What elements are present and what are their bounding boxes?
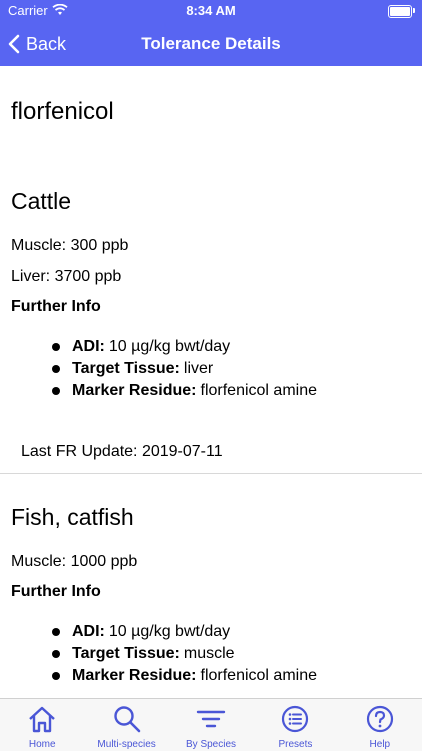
info-value: liver: [183, 360, 214, 377]
list-icon: [282, 705, 309, 733]
drug-name: florfenicol: [11, 98, 114, 125]
list-item: ADI: 10 µg/kg bwt/day: [52, 621, 317, 643]
further-info-list: ADI: 10 µg/kg bwt/day Target Tissue: mus…: [52, 621, 317, 687]
info-value: florfenicol amine: [200, 667, 318, 684]
tab-multi-species[interactable]: Multi-species: [84, 699, 168, 751]
tab-presets[interactable]: Presets: [253, 699, 337, 751]
tab-help[interactable]: Help: [338, 699, 422, 751]
tolerance-line: Muscle: 1000 ppb: [11, 553, 138, 570]
navigation-bar: Back Tolerance Details: [0, 22, 422, 66]
tolerance-details-content[interactable]: florfenicol Cattle Muscle: 300 ppb Liver…: [0, 66, 422, 698]
bullet-icon: [52, 387, 60, 395]
info-value: 10 µg/kg bwt/day: [108, 623, 231, 640]
help-icon: [366, 705, 393, 733]
tab-by-species[interactable]: By Species: [169, 699, 253, 751]
list-item: Marker Residue: florfenicol amine: [52, 380, 317, 402]
list-item: ADI: 10 µg/kg bwt/day: [52, 336, 317, 358]
home-icon: [29, 706, 56, 733]
tolerance-line: Liver: 3700 ppb: [11, 268, 122, 285]
tab-label: Home: [28, 739, 56, 750]
further-info-list: ADI: 10 µg/kg bwt/day Target Tissue: liv…: [52, 336, 317, 402]
bullet-icon: [52, 343, 60, 351]
status-bar: Carrier 8:34 AM: [0, 0, 422, 22]
tolerance-line: Muscle: 300 ppb: [11, 237, 129, 254]
info-value: florfenicol amine: [200, 382, 318, 399]
bullet-icon: [52, 365, 60, 373]
info-key: Marker Residue:: [72, 667, 197, 684]
further-info-heading: Further Info: [11, 583, 101, 600]
search-icon: [113, 706, 140, 733]
info-value: 10 µg/kg bwt/day: [108, 338, 231, 355]
bullet-icon: [52, 650, 60, 658]
bullet-icon: [52, 672, 60, 680]
battery-tip: [413, 8, 415, 13]
list-item: Marker Residue: florfenicol amine: [52, 665, 317, 687]
page-title: Tolerance Details: [141, 34, 281, 53]
bullet-icon: [52, 628, 60, 636]
list-item: Target Tissue: muscle: [52, 643, 317, 665]
info-key: Target Tissue:: [72, 360, 180, 377]
status-time: 8:34 AM: [186, 3, 236, 18]
tab-label: Multi-species: [97, 739, 156, 750]
info-key: Marker Residue:: [72, 382, 197, 399]
species-title: Fish, catfish: [11, 504, 134, 530]
info-key: ADI:: [72, 623, 105, 640]
section-divider: [0, 473, 422, 474]
battery-icon: [388, 5, 412, 18]
species-title: Cattle: [11, 188, 72, 214]
filter-icon: [196, 710, 226, 728]
info-key: Target Tissue:: [72, 645, 180, 662]
tab-label: Presets: [278, 739, 313, 750]
tab-label: By Species: [186, 739, 237, 750]
tab-home[interactable]: Home: [0, 699, 84, 751]
last-update: Last FR Update: 2019-07-11: [21, 443, 223, 460]
tab-label: Help: [369, 739, 391, 750]
info-key: ADI:: [72, 338, 105, 355]
info-value: muscle: [183, 645, 235, 662]
tab-bar: Home Multi-species By Species Presets He…: [0, 698, 422, 751]
further-info-heading: Further Info: [11, 298, 101, 315]
list-item: Target Tissue: liver: [52, 358, 317, 380]
